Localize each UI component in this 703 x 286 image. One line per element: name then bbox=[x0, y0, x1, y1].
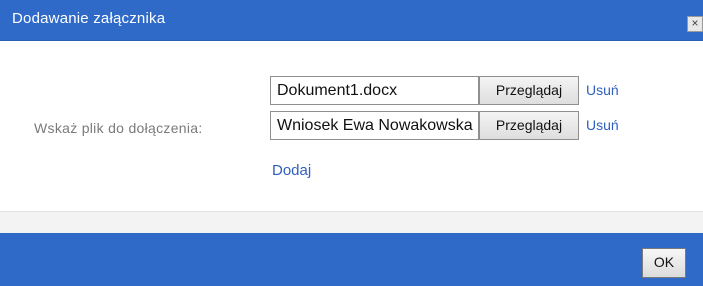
remove-link-2[interactable]: Usuń bbox=[586, 117, 619, 133]
attachment-dialog: Dodawanie załącznika × Wskaż plik do doł… bbox=[0, 0, 703, 286]
browse-button-1[interactable]: Przeglądaj bbox=[479, 76, 579, 105]
remove-link-1[interactable]: Usuń bbox=[586, 82, 619, 98]
file-input-2[interactable]: Wniosek Ewa Nowakowska bbox=[270, 111, 479, 140]
browse-button-2[interactable]: Przeglądaj bbox=[479, 111, 579, 140]
close-icon: × bbox=[691, 16, 699, 30]
add-file-link[interactable]: Dodaj bbox=[272, 162, 311, 179]
dialog-footer: OK bbox=[0, 233, 703, 286]
dialog-title: Dodawanie załącznika bbox=[12, 10, 166, 27]
dialog-titlebar: Dodawanie załącznika × bbox=[0, 0, 703, 41]
file-input-1[interactable]: Dokument1.docx bbox=[270, 76, 479, 105]
footer-separator bbox=[0, 211, 703, 233]
ok-button[interactable]: OK bbox=[642, 248, 686, 278]
file-field-label: Wskaż plik do dołączenia: bbox=[34, 120, 203, 136]
dialog-content: Wskaż plik do dołączenia: Dokument1.docx… bbox=[0, 41, 703, 211]
close-button[interactable]: × bbox=[687, 16, 703, 32]
